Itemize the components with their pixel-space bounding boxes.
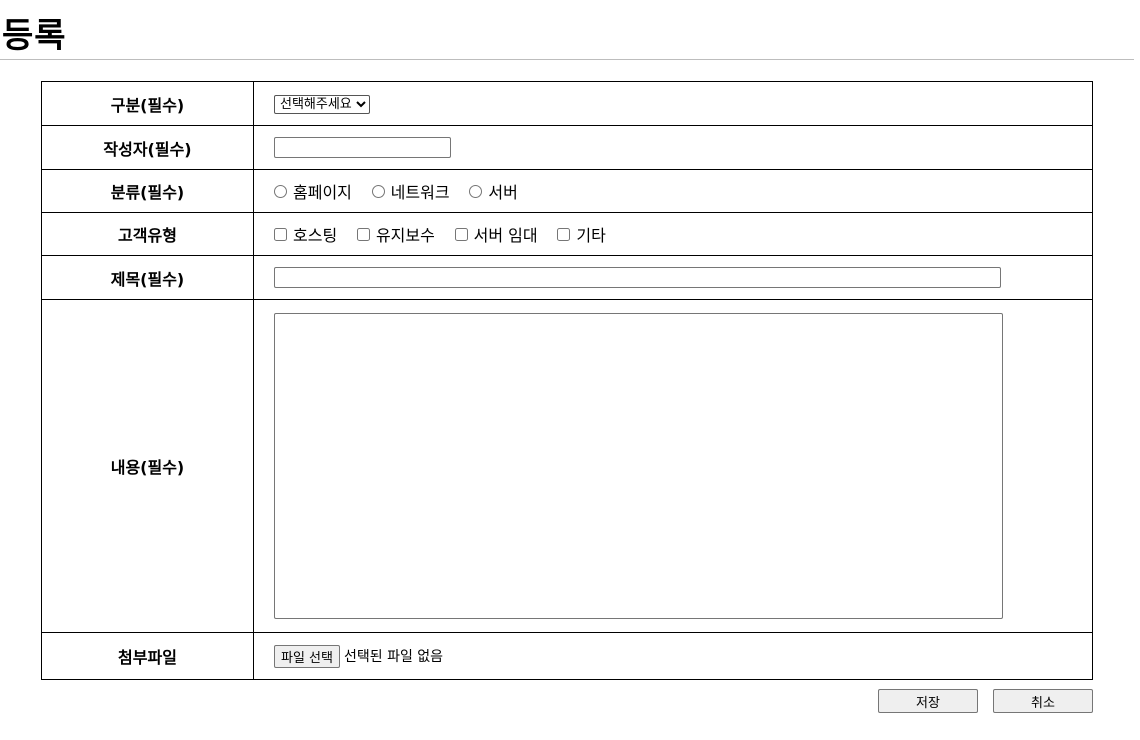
customer-option-maintenance[interactable]: 유지보수 — [356, 222, 435, 246]
category-label: 구분(필수) — [41, 81, 254, 126]
title-divider — [0, 59, 1134, 60]
content-label: 내용(필수) — [41, 299, 254, 633]
type-label: 분류(필수) — [41, 169, 254, 213]
registration-form: 구분(필수) 선택해주세요 작성자(필수) 분류(필수) 홈페이지 네트워크 서… — [41, 81, 1093, 680]
row-category: 구분(필수) 선택해주세요 — [41, 81, 1093, 126]
attachment-cell: 파일 선택 선택된 파일 없음 — [253, 632, 1093, 680]
type-option-label: 서버 — [488, 183, 518, 202]
row-subject: 제목(필수) — [41, 255, 1093, 300]
subject-cell — [253, 255, 1093, 300]
content-textarea[interactable] — [274, 313, 1003, 619]
type-radio[interactable] — [469, 184, 483, 198]
author-label: 작성자(필수) — [41, 125, 254, 170]
row-attachment: 첨부파일 파일 선택 선택된 파일 없음 — [41, 632, 1093, 680]
subject-label: 제목(필수) — [41, 255, 254, 300]
type-radio[interactable] — [274, 184, 287, 198]
subject-input[interactable] — [274, 267, 1001, 288]
customer-option-label: 유지보수 — [375, 226, 435, 245]
customer-checkbox[interactable] — [557, 227, 571, 241]
file-picker: 파일 선택 선택된 파일 없음 — [274, 644, 1092, 668]
choose-file-button[interactable]: 파일 선택 — [274, 644, 340, 668]
row-type: 분류(필수) 홈페이지 네트워크 서버 — [41, 169, 1093, 213]
customer-cell: 호스팅 유지보수 서버 임대 기타 — [253, 212, 1093, 256]
customer-option-hosting[interactable]: 호스팅 — [274, 222, 337, 246]
type-option-homepage[interactable]: 홈페이지 — [274, 179, 352, 203]
author-input[interactable] — [274, 137, 451, 158]
type-option-label: 홈페이지 — [293, 183, 352, 202]
content-cell — [253, 299, 1093, 633]
category-select[interactable]: 선택해주세요 — [274, 94, 370, 114]
save-button[interactable]: 저장 — [878, 689, 978, 713]
customer-option-server-rental[interactable]: 서버 임대 — [454, 222, 538, 246]
customer-option-label: 서버 임대 — [473, 226, 538, 245]
cancel-button[interactable]: 취소 — [993, 689, 1093, 713]
customer-checkbox[interactable] — [454, 227, 468, 241]
file-status: 선택된 파일 없음 — [343, 649, 444, 665]
customer-option-label: 기타 — [576, 226, 606, 245]
author-cell — [253, 125, 1093, 170]
attachment-label: 첨부파일 — [41, 632, 254, 680]
customer-checkbox[interactable] — [356, 227, 370, 241]
category-cell: 선택해주세요 — [253, 81, 1093, 126]
type-option-server[interactable]: 서버 — [469, 179, 518, 203]
row-customer: 고객유형 호스팅 유지보수 서버 임대 기타 — [41, 212, 1093, 256]
type-option-label: 네트워크 — [390, 183, 450, 202]
type-option-network[interactable]: 네트워크 — [371, 179, 450, 203]
row-author: 작성자(필수) — [41, 125, 1093, 170]
type-radio[interactable] — [371, 184, 385, 198]
customer-option-other[interactable]: 기타 — [557, 222, 606, 246]
customer-checkbox[interactable] — [274, 227, 287, 241]
type-cell: 홈페이지 네트워크 서버 — [253, 169, 1093, 213]
customer-option-label: 호스팅 — [293, 226, 338, 245]
row-content: 내용(필수) — [41, 299, 1093, 633]
customer-label: 고객유형 — [41, 212, 254, 256]
page-title: 등록 — [2, 16, 67, 56]
